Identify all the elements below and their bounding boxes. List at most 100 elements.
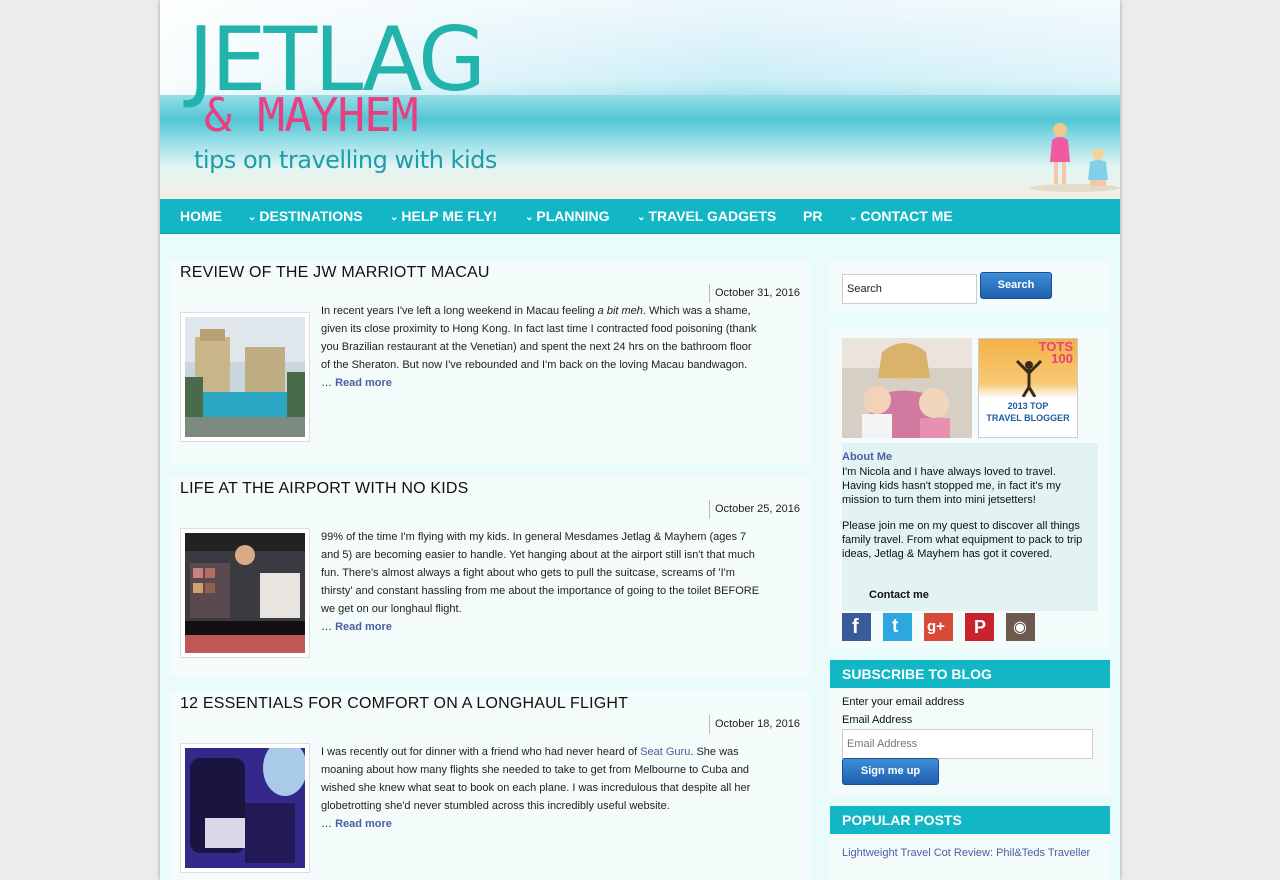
email-label: Email Address	[842, 714, 913, 726]
excerpt-line: globetrotting she'd never stumbled acros…	[321, 800, 670, 812]
excerpt-line: wished she knew what seat to book on eac…	[321, 782, 751, 794]
post-card: 12 ESSENTIALS FOR COMFORT ON A LONGHAUL …	[170, 691, 810, 880]
nav-help-me-fly[interactable]: ⌄ HELP ME FLY!	[390, 199, 497, 234]
excerpt-line: given its close proximity to Hong Kong. …	[321, 323, 757, 335]
badge-brand-number: 100	[1051, 351, 1073, 366]
facebook-icon[interactable]: f	[842, 613, 871, 641]
post-card: LIFE AT THE AIRPORT WITH NO KIDS October…	[170, 476, 810, 677]
post-image	[185, 317, 305, 437]
post-thumbnail[interactable]	[180, 312, 310, 442]
about-paragraph: Please join me on my quest to discover a…	[842, 520, 1083, 560]
main-nav: HOME ⌄ DESTINATIONS ⌄ HELP ME FLY! ⌄ PLANNI…	[160, 199, 1120, 234]
email-field[interactable]	[842, 729, 1093, 759]
nav-destinations[interactable]: ⌄ DESTINATIONS	[248, 199, 363, 234]
about-paragraph: I'm Nicola and I have always loved to tr…	[842, 466, 1061, 506]
excerpt-line: we get on our longhaul flight.	[321, 603, 462, 615]
post-excerpt: In recent years I've left a long weekend…	[321, 302, 801, 392]
nav-contact-me-label: CONTACT ME	[860, 208, 953, 224]
post-date: October 31, 2016	[708, 284, 800, 303]
badge-year: 2013 TOP	[1007, 401, 1049, 411]
post-thumbnail[interactable]	[180, 740, 310, 873]
nav-pr-label: PR	[803, 208, 823, 224]
excerpt-ellipsis: …	[321, 621, 332, 633]
post-title[interactable]: LIFE AT THE AIRPORT WITH NO KIDS	[180, 480, 469, 498]
badge-figure	[1015, 359, 1043, 397]
excerpt-text: I was recently out for dinner with a fri…	[321, 746, 641, 758]
excerpt-line: of the Sheraton. But now I've rebounded …	[321, 359, 748, 371]
search-input[interactable]	[842, 274, 977, 304]
chevron-down-icon: ⌄	[248, 212, 257, 223]
chevron-down-icon: ⌄	[637, 212, 646, 223]
chevron-down-icon: ⌄	[390, 212, 399, 223]
post-excerpt: I was recently out for dinner with a fri…	[321, 743, 801, 833]
search-widget: Search	[830, 262, 1110, 312]
seat-guru-link[interactable]: Seat Guru	[640, 746, 690, 758]
excerpt-line: moaning about how many flights she neede…	[321, 764, 750, 776]
twitter-icon[interactable]: t	[883, 613, 912, 641]
beach-kids-image	[1030, 123, 1120, 192]
post-date: October 18, 2016	[708, 715, 800, 734]
post-title[interactable]: 12 ESSENTIALS FOR COMFORT ON A LONGHAUL …	[180, 695, 628, 713]
nav-home[interactable]: HOME	[180, 199, 222, 234]
subscribe-widget: SUBSCRIBE TO BLOG Enter your email addre…	[830, 660, 1110, 796]
nav-travel-gadgets[interactable]: ⌄ TRAVEL GADGETS	[637, 199, 776, 234]
subscribe-title: SUBSCRIBE TO BLOG	[830, 660, 1110, 688]
page: JETLAG & MAYHEM tips on travelling with …	[160, 0, 1120, 880]
badge-title: TRAVEL BLOGGER	[986, 413, 1070, 423]
google-plus-glyph: g+	[927, 618, 945, 635]
subscribe-prompt: Enter your email address	[842, 696, 965, 708]
post-image	[185, 740, 307, 868]
nav-home-label: HOME	[180, 208, 222, 224]
nav-travel-gadgets-label: TRAVEL GADGETS	[648, 208, 777, 224]
excerpt-line: thirsty' and constant hassling from me a…	[321, 585, 760, 597]
nav-planning-label: PLANNING	[536, 208, 610, 224]
post-card: REVIEW OF THE JW MARRIOTT MACAU October …	[170, 260, 810, 463]
chevron-down-icon: ⌄	[525, 212, 534, 223]
nav-help-me-fly-label: HELP ME FLY!	[401, 208, 498, 224]
sign-me-up-button[interactable]: Sign me up	[842, 758, 939, 785]
read-more-link[interactable]: Read more	[335, 621, 392, 633]
popular-posts-title: POPULAR POSTS	[830, 806, 1110, 834]
instagram-glyph: ◉	[1013, 619, 1027, 636]
post-title[interactable]: REVIEW OF THE JW MARRIOTT MACAU	[180, 264, 490, 282]
post-date: October 25, 2016	[708, 500, 800, 519]
post-excerpt: 99% of the time I'm flying with my kids.…	[321, 528, 801, 636]
about-heading: About Me	[842, 451, 893, 463]
author-photo[interactable]	[842, 338, 972, 438]
search-button[interactable]: Search	[980, 272, 1052, 299]
logo-tagline: tips on travelling with kids	[194, 146, 497, 174]
site-header: JETLAG & MAYHEM tips on travelling with …	[160, 0, 1120, 199]
about-widget: TOTS 100 2013 TOP TRAVEL BLOGGER About Me…	[830, 328, 1110, 648]
excerpt-line: you Brazilian restaurant at the Venetian…	[321, 341, 752, 353]
twitter-glyph: t	[892, 616, 899, 637]
excerpt-text: In recent years I've left a long weekend…	[321, 305, 598, 317]
popular-posts-widget: POPULAR POSTS Lightweight Travel Cot Rev…	[830, 806, 1110, 880]
instagram-icon[interactable]: ◉	[1006, 613, 1035, 641]
popular-post-link[interactable]: Lightweight Travel Cot Review: Phil&Teds…	[842, 846, 1092, 861]
about-me-box: About Me I'm Nicola and I have always lo…	[842, 443, 1098, 611]
excerpt-line: 99% of the time I'm flying with my kids.…	[321, 531, 747, 543]
read-more-link[interactable]: Read more	[335, 377, 392, 389]
facebook-glyph: f	[852, 616, 859, 638]
excerpt-ellipsis: …	[321, 818, 332, 830]
read-more-link[interactable]: Read more	[335, 818, 392, 830]
excerpt-line: and 5) are becoming easier to handle. Ye…	[321, 549, 755, 561]
nav-contact-me[interactable]: ⌄ CONTACT ME	[849, 199, 953, 234]
excerpt-emphasis: a bit meh	[597, 305, 643, 317]
tots100-badge[interactable]: TOTS 100 2013 TOP TRAVEL BLOGGER	[978, 338, 1078, 438]
post-thumbnail[interactable]	[180, 528, 310, 658]
post-image	[185, 533, 305, 653]
nav-planning[interactable]: ⌄ PLANNING	[525, 199, 610, 234]
google-plus-icon[interactable]: g+	[924, 613, 953, 641]
excerpt-line: fun. There's almost always a fight about…	[321, 567, 735, 579]
pinterest-icon[interactable]: P	[965, 613, 994, 641]
pinterest-glyph: P	[974, 617, 987, 637]
chevron-down-icon: ⌄	[849, 212, 858, 223]
contact-me-link[interactable]: Contact me	[869, 589, 929, 601]
nav-pr[interactable]: PR	[803, 199, 822, 234]
nav-destinations-label: DESTINATIONS	[259, 208, 363, 224]
excerpt-ellipsis: …	[321, 377, 332, 389]
excerpt-text: . Which was a shame,	[642, 305, 751, 317]
excerpt-text: . She was	[690, 746, 739, 758]
logo-subtitle[interactable]: & MAYHEM	[204, 92, 419, 138]
